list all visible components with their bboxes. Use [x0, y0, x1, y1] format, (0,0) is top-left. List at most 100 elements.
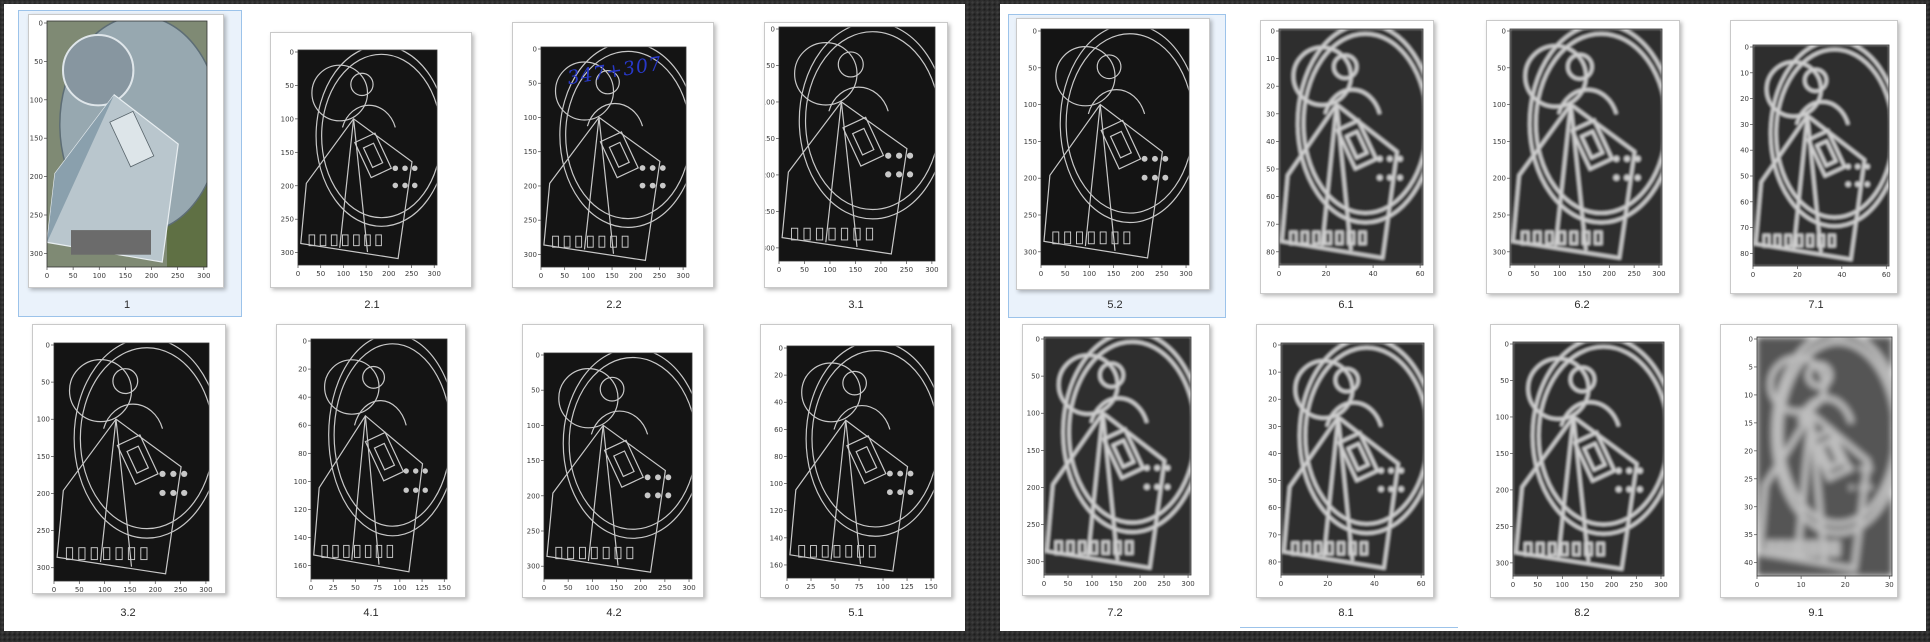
- y-tick-label: 120: [770, 507, 783, 515]
- y-tick-label: 300: [30, 250, 43, 258]
- x-tick-label: 50: [560, 272, 569, 280]
- y-tick-label: 0: [1505, 341, 1509, 349]
- y-tick-label: 40: [1266, 138, 1275, 146]
- x-tick-label: 150: [605, 272, 618, 280]
- thumbnail-card[interactable]: 0 50 100 150 200 250 300 0 50 100 150 200 250 300: [1490, 324, 1680, 598]
- y-tick-label: 20: [1744, 447, 1753, 455]
- thumbnail-caption[interactable]: 6.1: [1306, 299, 1386, 312]
- y-tick-label: 50: [531, 387, 540, 395]
- x-tick-label: 60: [1416, 270, 1425, 278]
- thumbnail-card[interactable]: 0 50 100 150 200 250 300 0 50 100 150 200 250 300: [1022, 324, 1210, 596]
- x-tick-label: 50: [1533, 581, 1542, 589]
- thumbnail-card[interactable]: 0 20 40 60 0 10 20 30 40 50 60 70 80: [1730, 20, 1898, 294]
- y-tick-label: 0: [536, 352, 540, 360]
- thumbnail-card[interactable]: 0 50 100 150 200 250 300 0 50 100 150 200 250 300: [1486, 20, 1680, 294]
- x-tick-label: 150: [1107, 270, 1120, 278]
- y-tick-label: 20: [1268, 396, 1277, 404]
- thumbnail-card[interactable]: 0 25 50 75 100 125 150 0 20 40 60 80 100 120 140 160: [276, 324, 466, 598]
- thumbnail-caption[interactable]: 2.1: [332, 299, 412, 312]
- thumbnail-caption[interactable]: 8.2: [1542, 607, 1622, 620]
- y-tick-label: 150: [1024, 138, 1037, 146]
- y-tick-label: 5: [1749, 363, 1753, 371]
- y-tick-label: 60: [1266, 193, 1275, 201]
- x-tick-label: 150: [1578, 270, 1591, 278]
- thumbnail-caption[interactable]: 6.2: [1542, 299, 1622, 312]
- y-tick-label: 50: [41, 379, 50, 387]
- y-tick-label: 50: [1031, 373, 1040, 381]
- x-tick-label: 40: [1369, 270, 1378, 278]
- thumbnail-caption[interactable]: 4.2: [574, 607, 654, 620]
- y-tick-label: 200: [524, 182, 537, 190]
- x-tick-label: 50: [351, 584, 360, 592]
- x-tick-label: 0: [296, 270, 300, 278]
- x-tick-label: 250: [900, 266, 913, 274]
- x-tick-label: 200: [1603, 270, 1616, 278]
- thumbnail-card[interactable]: 0 25 50 75 100 125 150 0 20 40 60 80 100 120 140 160: [760, 324, 952, 598]
- x-tick-label: 200: [145, 272, 158, 280]
- thumbnail-caption[interactable]: 4.1: [331, 607, 411, 620]
- x-tick-label: 100: [582, 272, 595, 280]
- thumbnail-caption[interactable]: 1: [87, 299, 167, 312]
- x-tick-label: 40: [1837, 271, 1846, 279]
- plot-figure: 0 10 20 30 0 5 10 15 20 25 30 35 40: [1744, 336, 1894, 590]
- plot-figure: 0 50 100 150 200 250 300 0 50 100 150 200 250 300: [1493, 28, 1666, 279]
- x-tick-label: 200: [874, 266, 887, 274]
- x-tick-label: 0: [777, 266, 781, 274]
- y-tick-label: 100: [1493, 101, 1506, 109]
- x-tick-label: 20: [1323, 580, 1332, 588]
- thumbnail-caption[interactable]: 3.1: [816, 299, 896, 312]
- thumbnail-card[interactable]: 0 50 100 150 200 250 300 0 50 100 150 200 250 300: [522, 324, 704, 598]
- plot-figure: 0 20 40 60 0 10 20 30 40 50 60 70 80: [1740, 44, 1891, 280]
- y-tick-label: 150: [1493, 138, 1506, 146]
- x-tick-label: 200: [1605, 581, 1618, 589]
- x-tick-label: 25: [807, 583, 816, 591]
- x-tick-label: 75: [855, 583, 864, 591]
- y-tick-label: 160: [770, 561, 783, 569]
- y-tick-label: 0: [771, 26, 775, 34]
- y-tick-label: 250: [281, 216, 294, 224]
- x-tick-label: 50: [800, 266, 809, 274]
- thumbnail-card[interactable]: 0 50 100 150 200 250 300 0 50 100 150 200 250 300: [32, 324, 226, 594]
- plot-figure: 0 50 100 150 200 250 300 0 50 100 150 200 250 300: [765, 26, 939, 275]
- x-tick-label: 200: [634, 584, 647, 592]
- y-tick-label: 25: [1744, 475, 1753, 483]
- thumbnail-caption[interactable]: 8.1: [1306, 607, 1386, 620]
- y-tick-label: 40: [298, 394, 307, 402]
- y-tick-label: 250: [1027, 521, 1040, 529]
- thumbnail-card[interactable]: 0 50 100 150 200 250 300 0 50 100 150 200 250 300: [270, 32, 472, 288]
- x-tick-label: 250: [653, 272, 666, 280]
- thumbnail-card[interactable]: 0 20 40 60 0 10 20 30 40 50 60 70 80: [1260, 20, 1434, 294]
- y-tick-label: 250: [524, 217, 537, 225]
- y-tick-label: 0: [1749, 336, 1753, 344]
- y-tick-label: 30: [1740, 121, 1749, 129]
- x-tick-label: 150: [1109, 580, 1122, 588]
- y-tick-label: 140: [770, 534, 783, 542]
- thumbnail-card[interactable]: 0 50 100 150 200 250 300 0 50 100 150 200 250 300: [764, 22, 948, 288]
- x-tick-label: 50: [69, 272, 78, 280]
- thumbnail-caption[interactable]: 9.1: [1776, 607, 1856, 620]
- y-tick-label: 300: [1496, 559, 1509, 567]
- thumbnail-card[interactable]: 0 50 100 150 200 250 300 0 50 100 150 200 250 300: [1016, 18, 1210, 290]
- x-tick-label: 50: [564, 584, 573, 592]
- thumbnail-card[interactable]: 0 20 40 60 0 10 20 30 40 50 60 70 80: [1256, 324, 1434, 598]
- y-tick-label: 100: [1496, 413, 1509, 421]
- thumbnail-card[interactable]: 0 10 20 30 0 5 10 15 20 25 30 35 40: [1720, 324, 1898, 598]
- y-tick-label: 50: [34, 58, 43, 66]
- x-tick-label: 50: [1064, 580, 1073, 588]
- thumbnail-caption[interactable]: 7.2: [1075, 607, 1155, 620]
- y-tick-label: 150: [765, 135, 775, 143]
- y-tick-label: 150: [1496, 450, 1509, 458]
- thumbnail-card[interactable]: 0 50 100 150 200 250 300 0 50 100 150 200 250 300 347+…: [512, 22, 714, 288]
- thumbnail-card[interactable]: 0 50 100 150 200 250 300 0 50 100 150 200 250 300: [28, 14, 224, 288]
- x-tick-label: 300: [1181, 580, 1194, 588]
- thumbnail-caption[interactable]: 5.2: [1075, 299, 1155, 312]
- thumbnail-caption[interactable]: 3.2: [88, 607, 168, 620]
- thumbnail-caption[interactable]: 5.1: [816, 607, 896, 620]
- y-tick-label: 100: [1027, 410, 1040, 418]
- x-tick-label: 250: [405, 270, 418, 278]
- thumbnail-caption[interactable]: 7.1: [1776, 299, 1856, 312]
- y-tick-label: 250: [1493, 212, 1506, 220]
- plot-figure: 0 50 100 150 200 250 300 0 50 100 150 200 250 300: [37, 342, 213, 594]
- x-tick-label: 0: [1508, 270, 1512, 278]
- thumbnail-caption[interactable]: 2.2: [574, 299, 654, 312]
